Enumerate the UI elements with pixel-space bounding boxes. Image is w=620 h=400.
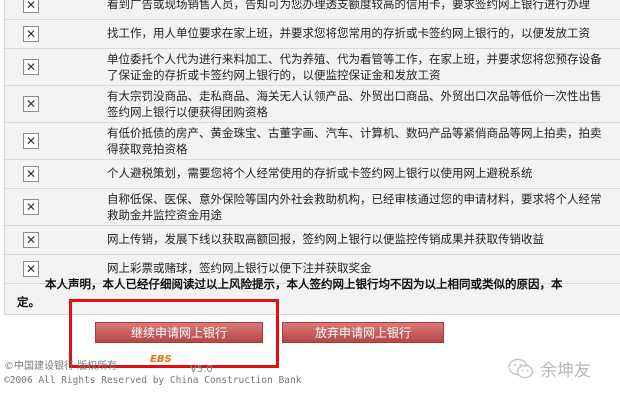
risk-item: ✕ 个人避税策划，需要您将个人经常使用的存折或卡签约网上银行以使用网上避税系统 <box>5 160 620 189</box>
ebs-logo: EBS <box>150 354 172 365</box>
remove-icon[interactable]: ✕ <box>23 166 39 182</box>
remove-icon[interactable]: ✕ <box>23 0 39 13</box>
risk-item: ✕ 有低价抵债的房产、黄金珠宝、古董字画、汽车、计算机、数码产品等紧俏商品等网上… <box>5 123 620 160</box>
risk-item-text-line2: 签约网上银行以便获得团购资格 <box>107 105 268 119</box>
risk-item-text: 有低价抵债的房产、黄金珠宝、古董字画、汽车、计算机、数码产品等紧俏商品等网上拍卖… <box>107 125 620 157</box>
abandon-apply-button[interactable]: 放弃申请网上银行 <box>282 322 444 343</box>
risk-item: ✕ 找工作，用人单位要求在家上班，并要求您将您常用的存折或卡签约网上银行的，以便… <box>5 20 620 49</box>
risk-panel: ✕ 看到广告或现场销售人员，告知可为您办理透支额度较高的信用卡，要求签约网上银行… <box>4 0 620 315</box>
risk-item-text: 找工作，用人单位要求在家上班，并要求您将您常用的存折或卡签约网上银行的，以便发放… <box>107 26 590 40</box>
risk-item: ✕ 网上传销，发展下线以获取高额回报，签约网上银行以便监控传销成果并获取传销收益 <box>5 226 620 255</box>
footer-copyright-en: ©2006 All Rights Reserved by China Const… <box>4 375 302 386</box>
risk-item-text: 自称低保、医保、意外保险等国内外社会救助机构，已经审核通过您的申请材料，要求将个… <box>107 191 620 223</box>
risk-item-text: 网上彩票或赌球，签约网上银行以便下注并获取奖金 <box>107 261 372 275</box>
risk-item-text-line1: 有大宗罚没商品、走私商品、海关无人认领产品、外贸出口商品、外贸出口次品等低价一次… <box>107 89 602 103</box>
risk-item: ✕ 单位委托个人代为进行来料加工、代为养殖、代为看管等工作，在家上班，并要求您将… <box>5 49 620 86</box>
risk-item: ✕ 看到广告或现场销售人员，告知可为您办理透支额度较高的信用卡，要求签约网上银行… <box>5 0 620 20</box>
risk-item: ✕ 有大宗罚没商品、走私商品、海关无人认领产品、外贸出口商品、外贸出口次品等低价… <box>5 86 620 123</box>
risk-item-text-line2: 得获取竞拍资格 <box>107 142 188 156</box>
risk-item-text: 看到广告或现场销售人员，告知可为您办理透支额度较高的信用卡，要求签约网上银行进行… <box>107 0 590 11</box>
remove-icon[interactable]: ✕ <box>23 96 39 112</box>
declaration-line1: 本人声明，本人已经仔细阅读过以上风险提示，本人签约网上银行均不因为以上相同或类似… <box>45 277 563 291</box>
remove-icon[interactable]: ✕ <box>23 133 39 149</box>
remove-icon[interactable]: ✕ <box>23 199 39 215</box>
risk-item-text-line1: 自称低保、医保、意外保险等国内外社会救助机构，已经审核通过您的申请材料，要求将个… <box>107 192 602 206</box>
risk-item-text-line1: 单位委托个人代为进行来料加工、代为养殖、代为看管等工作，在家上班，并要求您将您预… <box>107 52 602 66</box>
risk-item-text-line2: 救助金并监控资金用途 <box>107 208 222 222</box>
risk-item-text: 网上传销，发展下线以获取高额回报，签约网上银行以便监控传销成果并获取传销收益 <box>107 232 544 246</box>
risk-list: ✕ 看到广告或现场销售人员，告知可为您办理透支额度较高的信用卡，要求签约网上银行… <box>5 0 620 284</box>
wechat-watermark: 余坤友 <box>508 356 591 381</box>
risk-item-text: 有大宗罚没商品、走私商品、海关无人认领产品、外贸出口商品、外贸出口次品等低价一次… <box>107 88 620 120</box>
risk-item: ✕ 自称低保、医保、意外保险等国内外社会救助机构，已经审核通过您的申请材料，要求… <box>5 189 620 226</box>
risk-item-text-line1: 有低价抵债的房产、黄金珠宝、古董字画、汽车、计算机、数码产品等紧俏商品等网上拍卖… <box>107 126 602 140</box>
version-label: V5.0 <box>190 364 213 375</box>
risk-item-text-line2: 了保证金的存折或卡签约网上银行的，以便监控保证金和发放工资 <box>107 68 441 82</box>
remove-icon[interactable]: ✕ <box>23 59 39 75</box>
remove-icon[interactable]: ✕ <box>23 26 39 42</box>
watermark-text: 余坤友 <box>540 361 591 381</box>
risk-item-text: 个人避税策划，需要您将个人经常使用的存折或卡签约网上银行以使用网上避税系统 <box>107 166 533 180</box>
wechat-icon <box>508 358 534 378</box>
risk-item-text: 单位委托个人代为进行来料加工、代为养殖、代为看管等工作，在家上班，并要求您将您预… <box>107 51 620 83</box>
remove-icon[interactable]: ✕ <box>23 232 39 248</box>
